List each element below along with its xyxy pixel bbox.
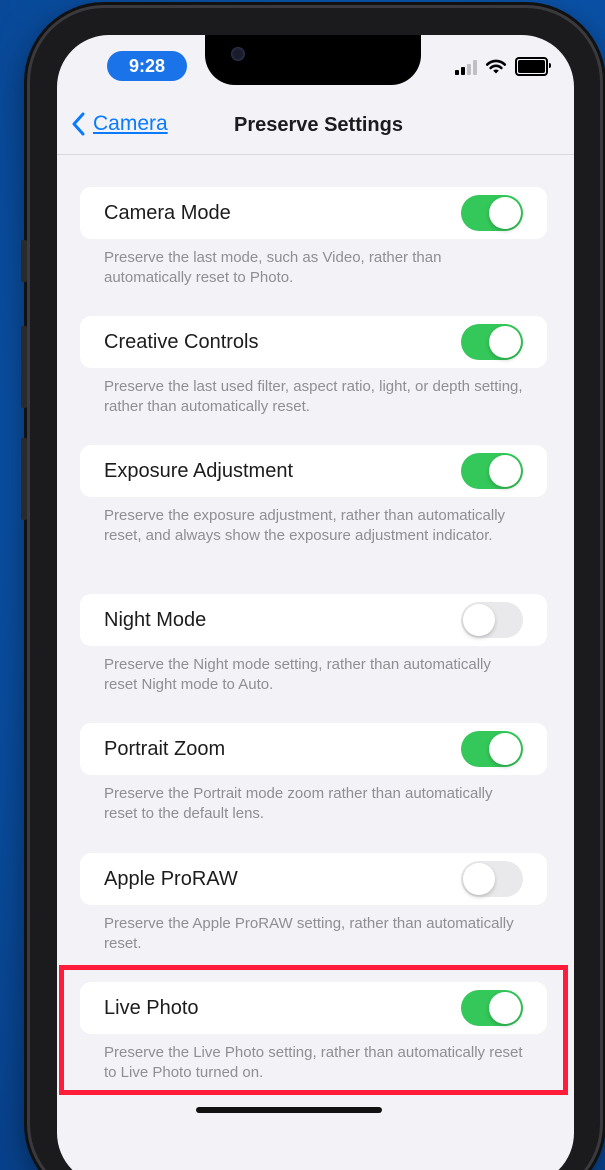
toggle-knob xyxy=(489,733,521,765)
toggle-knob xyxy=(489,326,521,358)
setting-toggle[interactable] xyxy=(461,195,523,231)
setting-description: Preserve the exposure adjustment, rather… xyxy=(104,507,506,544)
setting-group: Apple ProRAW Preserve the Apple ProRAW s… xyxy=(80,853,547,982)
setting-toggle[interactable] xyxy=(461,861,523,897)
setting-description: Preserve the Night mode setting, rather … xyxy=(104,656,491,693)
toggle-knob xyxy=(489,992,521,1024)
phone-frame: 9:28 Camera Preserve Settings Camera Mod… xyxy=(21,8,600,1170)
toggle-knob xyxy=(489,197,521,229)
setting-row: Exposure Adjustment xyxy=(80,445,547,497)
side-button-volume-down xyxy=(21,438,27,520)
toggle-knob xyxy=(489,455,521,487)
toggle-knob xyxy=(463,863,495,895)
setting-toggle[interactable] xyxy=(461,602,523,638)
setting-row: Portrait Zoom xyxy=(80,723,547,775)
setting-row: Live Photo xyxy=(80,982,547,1034)
setting-group: Creative Controls Preserve the last used… xyxy=(80,316,547,445)
setting-label: Apple ProRAW xyxy=(104,867,238,890)
setting-group: Night Mode Preserve the Night mode setti… xyxy=(80,594,547,723)
setting-description: Preserve the Portrait mode zoom rather t… xyxy=(104,785,493,822)
setting-row: Camera Mode xyxy=(80,187,547,239)
status-time: 9:28 xyxy=(107,51,187,81)
setting-toggle[interactable] xyxy=(461,990,523,1026)
setting-group: Camera Mode Preserve the last mode, such… xyxy=(80,187,547,316)
setting-group: Live Photo Preserve the Live Photo setti… xyxy=(80,982,547,1092)
home-indicator[interactable] xyxy=(196,1107,382,1113)
toggle-knob xyxy=(463,604,495,636)
setting-row: Apple ProRAW xyxy=(80,853,547,905)
setting-group: Exposure Adjustment Preserve the exposur… xyxy=(80,445,547,594)
battery-icon xyxy=(515,57,551,76)
setting-toggle[interactable] xyxy=(461,731,523,767)
setting-group: Portrait Zoom Preserve the Portrait mode… xyxy=(80,723,547,853)
setting-toggle[interactable] xyxy=(461,453,523,489)
setting-toggle[interactable] xyxy=(461,324,523,360)
setting-row: Night Mode xyxy=(80,594,547,646)
setting-label: Live Photo xyxy=(104,996,199,1019)
setting-description: Preserve the Apple ProRAW setting, rathe… xyxy=(104,915,514,952)
wifi-icon xyxy=(485,59,507,74)
setting-label: Night Mode xyxy=(104,608,207,631)
screen: 9:28 Camera Preserve Settings Camera Mod… xyxy=(57,35,574,1170)
setting-label: Exposure Adjustment xyxy=(104,459,293,482)
setting-description: Preserve the last used filter, aspect ra… xyxy=(104,378,523,415)
setting-label: Camera Mode xyxy=(104,201,231,224)
page-title: Preserve Settings xyxy=(234,114,403,136)
setting-description: Preserve the last mode, such as Video, r… xyxy=(104,249,442,286)
navigation-bar: Camera Preserve Settings xyxy=(57,100,574,155)
status-icons xyxy=(455,57,551,76)
side-button-silent xyxy=(21,240,27,282)
side-button-volume-up xyxy=(21,326,27,408)
setting-label: Portrait Zoom xyxy=(104,737,226,760)
signal-icon xyxy=(455,59,477,75)
settings-list: Camera Mode Preserve the last mode, such… xyxy=(57,187,574,1092)
front-camera xyxy=(231,47,245,61)
setting-description: Preserve the Live Photo setting, rather … xyxy=(104,1044,523,1081)
setting-label: Creative Controls xyxy=(104,330,259,353)
setting-row: Creative Controls xyxy=(80,316,547,368)
